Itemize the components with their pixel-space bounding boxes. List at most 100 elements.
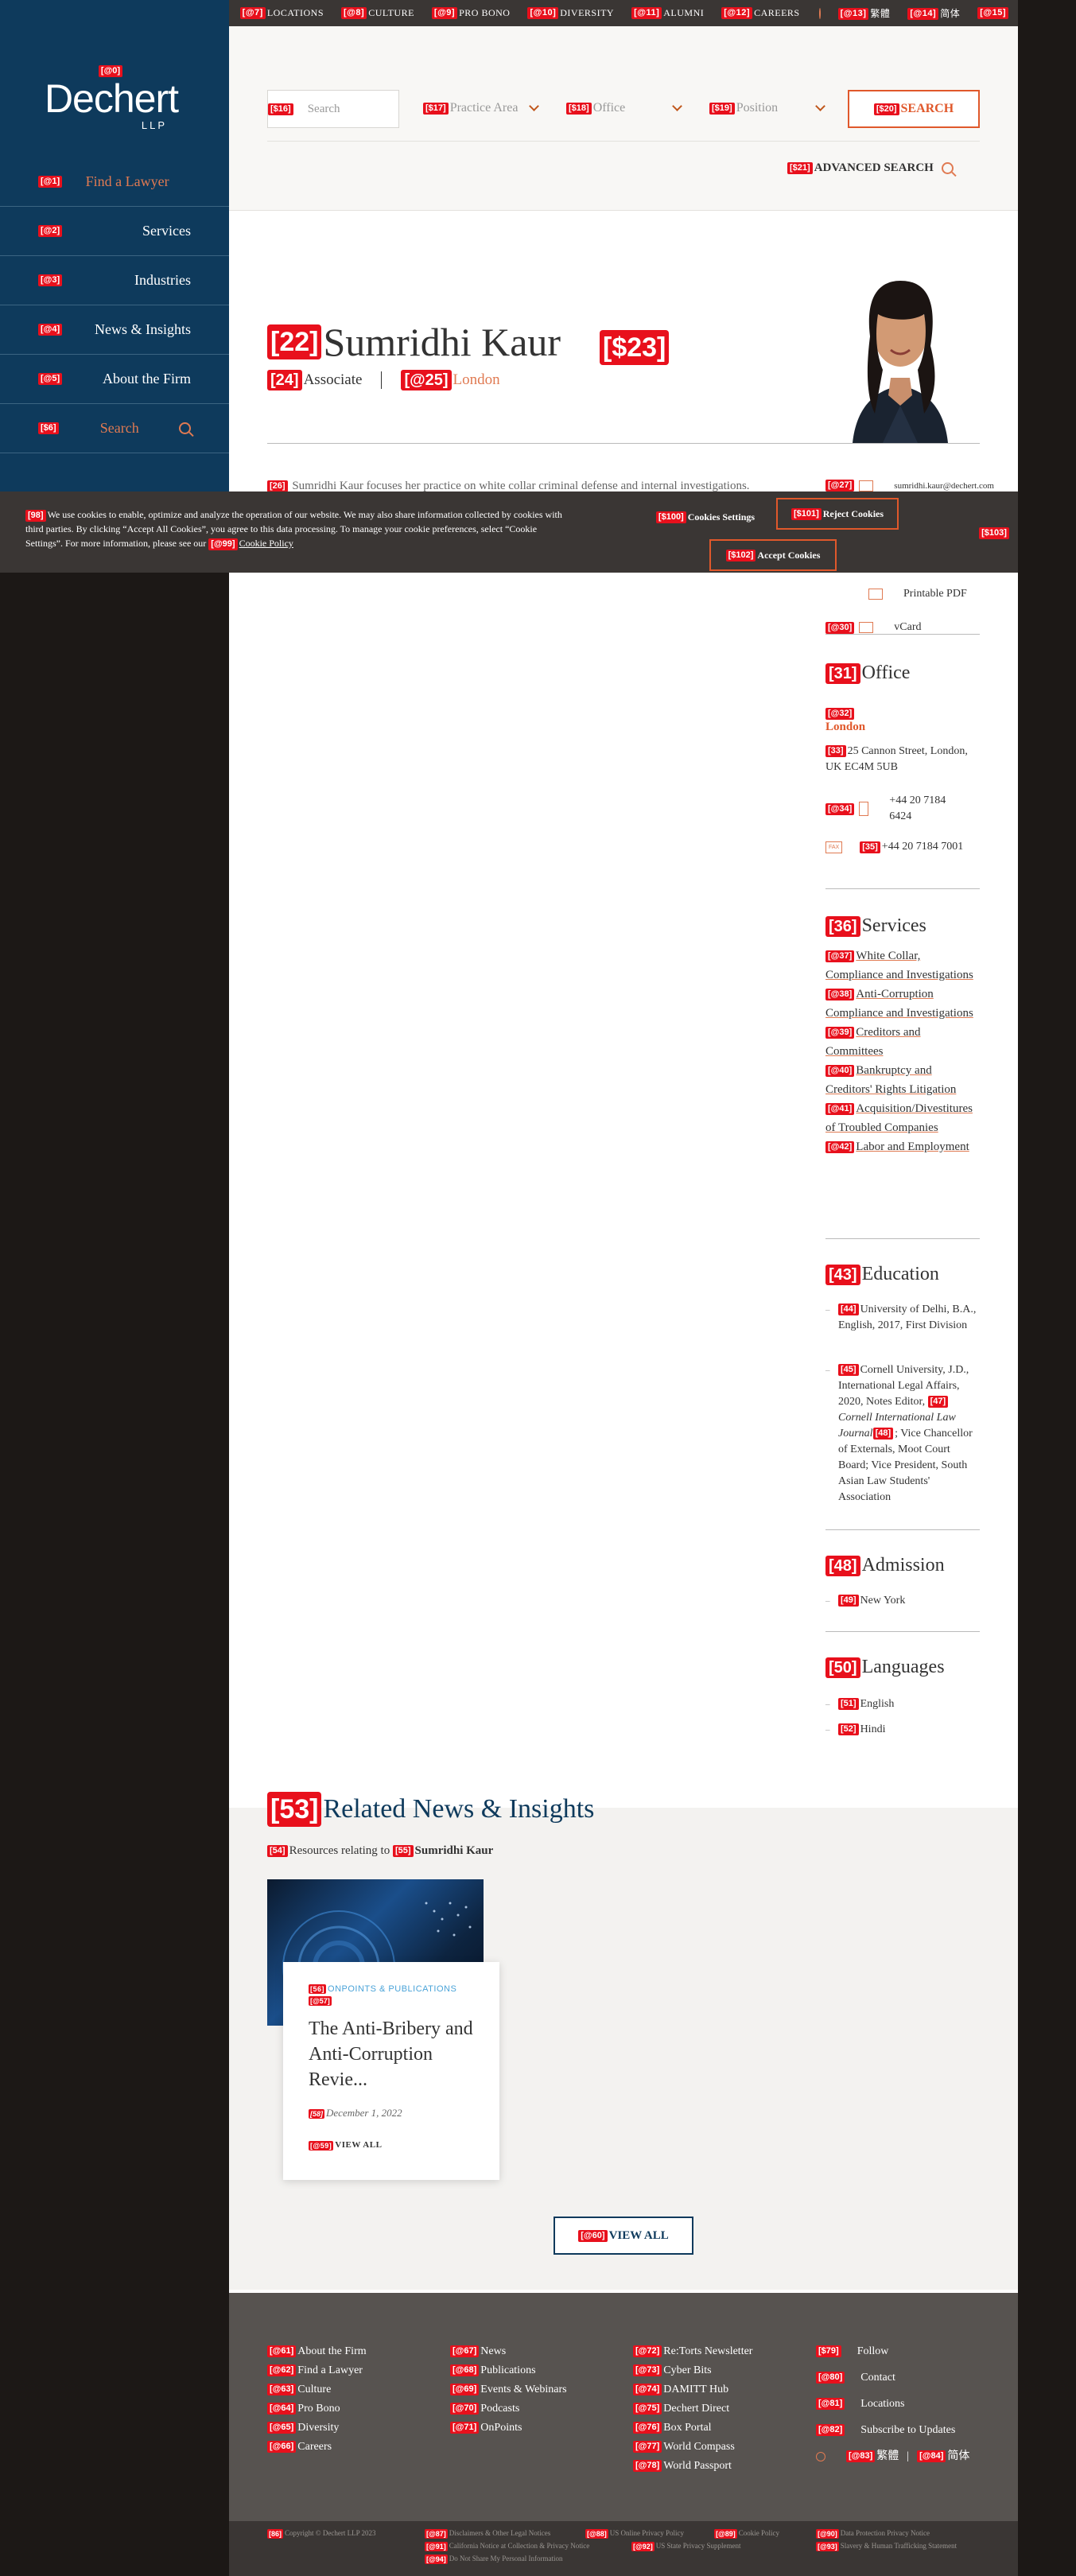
search-input[interactable]: [$16] Search: [267, 90, 399, 128]
position-dropdown[interactable]: [$19] Position: [709, 96, 825, 120]
heading-text: Services: [861, 915, 926, 936]
education-item: [44]University of Delhi, B.A., English, …: [825, 1302, 980, 1334]
service-link[interactable]: [@39] Creditors and Committees: [825, 1023, 980, 1061]
footer-subscribe[interactable]: [@82] Subscribe to Updates: [816, 2421, 969, 2447]
footer-link[interactable]: [@72] Re:Torts Newsletter: [633, 2342, 752, 2361]
tag-label: [@0]: [98, 64, 123, 77]
vcard-text: vCard: [894, 621, 922, 633]
lang-simplified-chinese[interactable]: [@14] 简体: [907, 6, 960, 21]
footer-link[interactable]: [@61] About the Firm: [267, 2342, 367, 2361]
tag-label: [@10]: [527, 7, 559, 20]
advanced-search-link[interactable]: [$21] ADVANCED SEARCH: [787, 161, 954, 175]
tag-label: [@87]: [425, 2529, 448, 2539]
cookie-settings-button[interactable]: [$100] Cookies Settings: [646, 504, 765, 530]
legal-link[interactable]: [@90] Data Protection Privacy Notice: [816, 2529, 930, 2539]
footer-link[interactable]: [@76] Box Portal: [633, 2419, 752, 2438]
printable-pdf-link[interactable]: Printable PDF: [825, 588, 967, 600]
footer-link[interactable]: [@74] DAMITT Hub: [633, 2380, 752, 2399]
footer-link[interactable]: [@70] Podcasts: [450, 2399, 567, 2419]
footer-link[interactable]: [@62] Find a Lawyer: [267, 2361, 367, 2380]
vcard-link[interactable]: [@30] vCard: [825, 621, 922, 634]
fax-icon: FAX: [825, 841, 843, 853]
email-link[interactable]: [@27] sumridhi.kaur@dechert.com: [825, 480, 994, 491]
tag-label: [@99]: [208, 538, 238, 550]
footer-link-label: Culture: [297, 2384, 332, 2395]
footer-link[interactable]: [@64] Pro Bono: [267, 2399, 367, 2419]
footer-link-label: World Passport: [663, 2460, 732, 2472]
sidebar-item-about-the-firm[interactable]: [@5] About the Firm: [0, 355, 229, 404]
tag-label: [48]: [825, 1555, 860, 1576]
accept-cookies-button[interactable]: [$102] Accept Cookies: [709, 539, 837, 571]
footer-contact[interactable]: [@80] Contact: [816, 2368, 969, 2395]
sidebar-search-label: Search: [99, 420, 139, 436]
lang-english[interactable]: [@15]: [977, 7, 1010, 20]
bio-text: Sumridhi Kaur focuses her practice on wh…: [292, 480, 750, 492]
footer-locations[interactable]: [@81] Locations: [816, 2395, 969, 2421]
related-article-card[interactable]: [56] ONPOINTS & PUBLICATIONS [@57] The An…: [283, 1962, 499, 2180]
vcard-download[interactable]: [$23]: [600, 330, 670, 365]
sidebar-item-services[interactable]: [@2] Services: [0, 207, 229, 256]
footer-lang-traditional[interactable]: [@83] 繁體: [846, 2447, 899, 2466]
footer-link[interactable]: [@75] Dechert Direct: [633, 2399, 752, 2419]
footer-link[interactable]: [@71] OnPoints: [450, 2419, 567, 2438]
article-title[interactable]: The Anti-Bribery and Anti-Corruption Rev…: [309, 2016, 474, 2092]
legal-link[interactable]: [@88] US Online Privacy Policy: [585, 2529, 684, 2539]
footer-link[interactable]: [@77] World Compass: [633, 2438, 752, 2457]
footer-link-label: Careers: [297, 2441, 332, 2453]
legal-link[interactable]: [@89] Cookie Policy: [714, 2529, 779, 2539]
reject-cookies-button[interactable]: [$101] Reject Cookies: [776, 498, 899, 530]
tag-label: [@13]: [837, 8, 869, 21]
legal-link[interactable]: [@92] US State Privacy Supplement: [631, 2542, 741, 2551]
link-label: CULTURE: [368, 6, 414, 18]
footer-link[interactable]: [@73] Cyber Bits: [633, 2361, 752, 2380]
legal-link[interactable]: [@87] Disclaimers & Other Legal Notices: [425, 2529, 550, 2539]
phone-link[interactable]: [@34] +44 20 7184 6424: [825, 793, 980, 825]
topbar-link-careers[interactable]: [@12] CAREERS: [721, 7, 799, 20]
footer-link[interactable]: [@68] Publications: [450, 2361, 567, 2380]
lang-traditional-chinese[interactable]: [@13] 繁體: [837, 6, 891, 21]
legal-link[interactable]: [@94] Do Not Share My Personal Informatio…: [425, 2555, 563, 2564]
sidebar-item-label: Industries: [134, 272, 191, 288]
dechert-logo[interactable]: [@0] Dechert LLP: [32, 64, 191, 131]
search-button[interactable]: [$20] SEARCH: [848, 90, 980, 128]
view-all-button[interactable]: [@60] VIEW ALL: [554, 2217, 693, 2255]
topbar-link-locations[interactable]: [@7] LOCATIONS: [239, 7, 324, 20]
office-dropdown[interactable]: [$18] Office: [566, 96, 682, 120]
sidebar-item-news-insights[interactable]: [@4] News & Insights: [0, 305, 229, 355]
service-link[interactable]: [@37] White Collar, Compliance and Invest…: [825, 946, 980, 985]
practice-area-dropdown[interactable]: [$17] Practice Area: [423, 96, 539, 120]
legal-link-label: Slavery & Human Trafficking Statement: [840, 2542, 958, 2551]
divider: [825, 1631, 980, 1632]
legal-link[interactable]: [@91] California Notice at Collection & P…: [425, 2542, 589, 2551]
heading-text: Related News & Insights: [323, 1794, 595, 1824]
sidebar-item-find-a-lawyer[interactable]: [@1] Find a Lawyer: [0, 157, 229, 207]
cookie-policy-link[interactable]: Cookie Policy: [239, 538, 293, 549]
close-banner-button[interactable]: [$103]: [975, 525, 1015, 541]
topbar-link-alumni[interactable]: [@11] ALUMNI: [631, 7, 704, 20]
legal-link[interactable]: [@93] Slavery & Human Trafficking Stateme…: [816, 2542, 957, 2551]
service-link[interactable]: [@40] Bankruptcy and Creditors' Rights Li…: [825, 1061, 980, 1099]
sidebar-search-button[interactable]: [$6] Search: [0, 404, 229, 453]
footer-lang-simplified[interactable]: [@84] 简体: [917, 2447, 969, 2466]
footer-link[interactable]: [@63] Culture: [267, 2380, 367, 2399]
topbar-link-diversity[interactable]: [@10] DIVERSITY: [527, 7, 614, 20]
sidebar-item-industries[interactable]: [@3] Industries: [0, 256, 229, 305]
office-city-link[interactable]: [@32] London: [825, 706, 980, 734]
footer-follow[interactable]: [$79] Follow: [816, 2342, 969, 2368]
attorney-headshot: [821, 243, 980, 443]
article-view-all-link[interactable]: [@59] VIEW ALL: [309, 2140, 474, 2151]
topbar-link-pro-bono[interactable]: [@9] PRO BONO: [431, 7, 511, 20]
service-link[interactable]: [@42] Labor and Employment: [825, 1137, 980, 1156]
topbar-link-culture[interactable]: [@8] CULTURE: [341, 7, 414, 20]
footer-link[interactable]: [@65] Diversity: [267, 2419, 367, 2438]
service-link[interactable]: [@41] Acquisition/Divestitures of Trouble…: [825, 1099, 980, 1137]
footer-link[interactable]: [@67] News: [450, 2342, 567, 2361]
service-link[interactable]: [@38] Anti-Corruption Compliance and Inve…: [825, 985, 980, 1023]
footer-link[interactable]: [@78] World Passport: [633, 2457, 752, 2476]
tag-label: [$6]: [38, 422, 59, 434]
footer-link[interactable]: [@66] Careers: [267, 2438, 367, 2457]
attorney-location-link[interactable]: London: [453, 371, 500, 389]
subtitle-name: Sumridhi Kaur: [414, 1844, 494, 1857]
tag-label: [@9]: [431, 7, 458, 20]
footer-link[interactable]: [@69] Events & Webinars: [450, 2380, 567, 2399]
